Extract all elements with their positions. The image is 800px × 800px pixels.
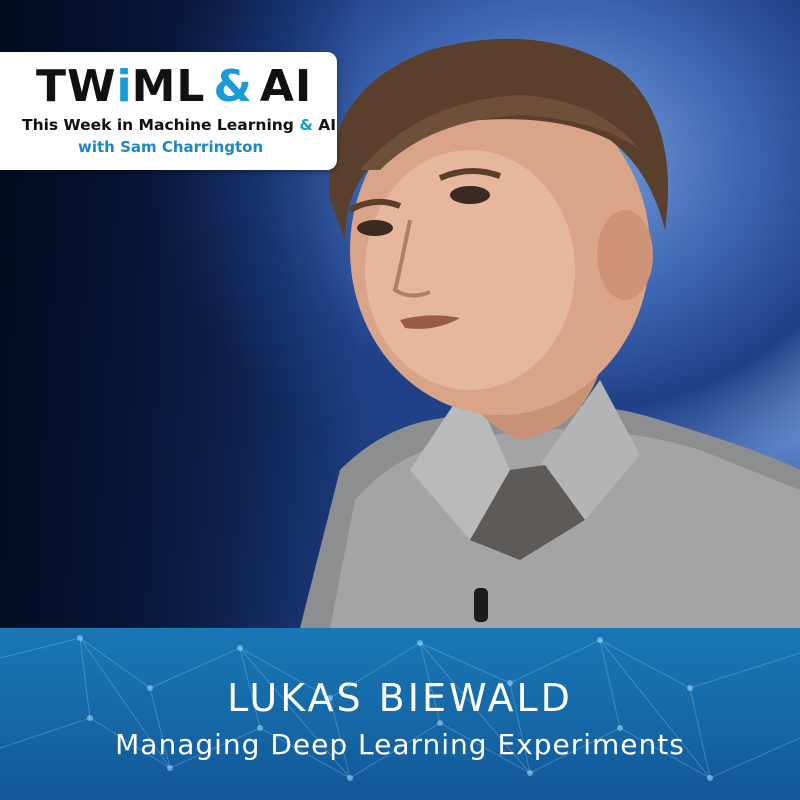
logo-host-line: with Sam Charrington	[78, 138, 264, 156]
logo-letters-ml: ML	[131, 61, 206, 112]
logo-wordmark: TW i ML & AI	[36, 62, 326, 112]
podcast-logo: TW i ML & AI This Week in Machine Learni…	[0, 52, 337, 170]
tagline-ai: AI	[318, 116, 337, 134]
tagline-main: This Week in Machine Learning	[22, 116, 294, 134]
podcast-cover: TW i ML & AI This Week in Machine Learni…	[0, 0, 800, 800]
logo-letters-tw: TW	[36, 61, 117, 112]
episode-banner: LUKAS BIEWALD Managing Deep Learning Exp…	[0, 628, 800, 800]
tagline-ampersand: &	[299, 116, 313, 134]
logo-ampersand: &	[213, 61, 252, 112]
logo-letter-i: i	[116, 61, 132, 112]
guest-name: LUKAS BIEWALD	[227, 676, 573, 720]
logo-tagline: This Week in Machine Learning & AI	[22, 116, 336, 134]
episode-title: Managing Deep Learning Experiments	[115, 728, 685, 761]
logo-letters-ai: AI	[259, 61, 313, 112]
